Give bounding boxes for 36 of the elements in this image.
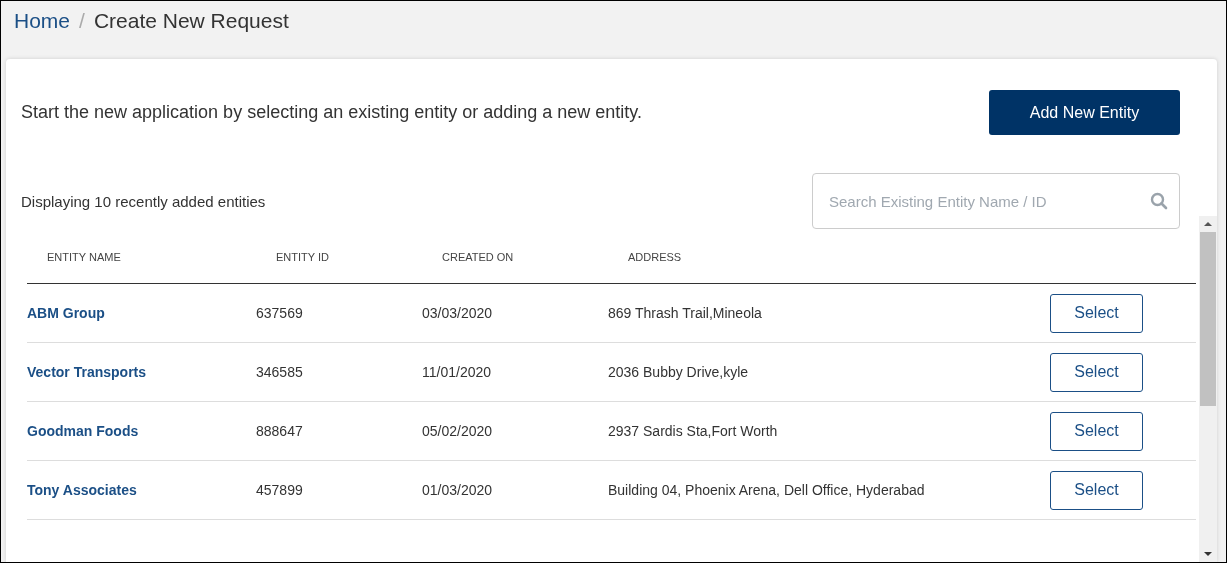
column-header: CREATED ON [442,251,515,263]
entity-count-text: Displaying 10 recently added entities [21,192,266,210]
created-on-cell: 05/02/2020 [422,423,493,439]
select-button[interactable]: Select [1050,352,1143,392]
select-button[interactable]: Select [1050,293,1143,333]
address-cell: 869 Thrash Trail,Mineola [608,305,762,321]
entity-name-link[interactable]: Goodman Foods [27,423,139,439]
address-cell: Building 04, Phoenix Arena, Dell Office, Hyderabad [608,482,925,498]
select-button[interactable]: Select [1050,411,1143,451]
column-header: ADDRESS [628,251,683,263]
entity-name-link[interactable]: Vector Transports [27,364,147,380]
scroll-up-icon[interactable] [1203,220,1213,228]
created-on-cell: 01/03/2020 [422,482,493,498]
search-field[interactable]: Search Existing Entity Name / ID [812,173,1180,229]
column-header: ENTITY NAME [47,251,122,263]
scroll-down-icon[interactable] [1203,550,1213,558]
entity-id-cell: 346585 [256,364,303,380]
intro-text: Start the new application by selecting an existing entity or adding a new entity. [21,102,643,123]
created-on-cell: 03/03/2020 [422,305,493,321]
scrollbar[interactable] [1199,216,1217,562]
entity-id-cell: 637569 [256,305,303,321]
address-cell: 2036 Bubby Drive,kyle [608,364,749,380]
column-header: ENTITY ID [276,251,330,263]
entity-name-link[interactable]: Tony Associates [27,482,137,498]
entity-id-cell: 457899 [256,482,303,498]
scrollbar-thumb[interactable] [1200,232,1216,406]
address-cell: 2937 Sardis Sta,Fort Worth [608,423,778,439]
breadcrumb-separator: / [79,9,85,33]
search-icon [1150,192,1168,210]
select-button[interactable]: Select [1050,470,1143,510]
add-new-entity-button[interactable]: Add New Entity [989,90,1180,135]
home-link[interactable]: Home [14,9,71,33]
created-on-cell: 11/01/2020 [422,364,492,380]
entity-id-cell: 888647 [256,423,303,439]
page-title: Create New Request [93,9,289,33]
entity-name-link[interactable]: ABM Group [27,305,105,321]
